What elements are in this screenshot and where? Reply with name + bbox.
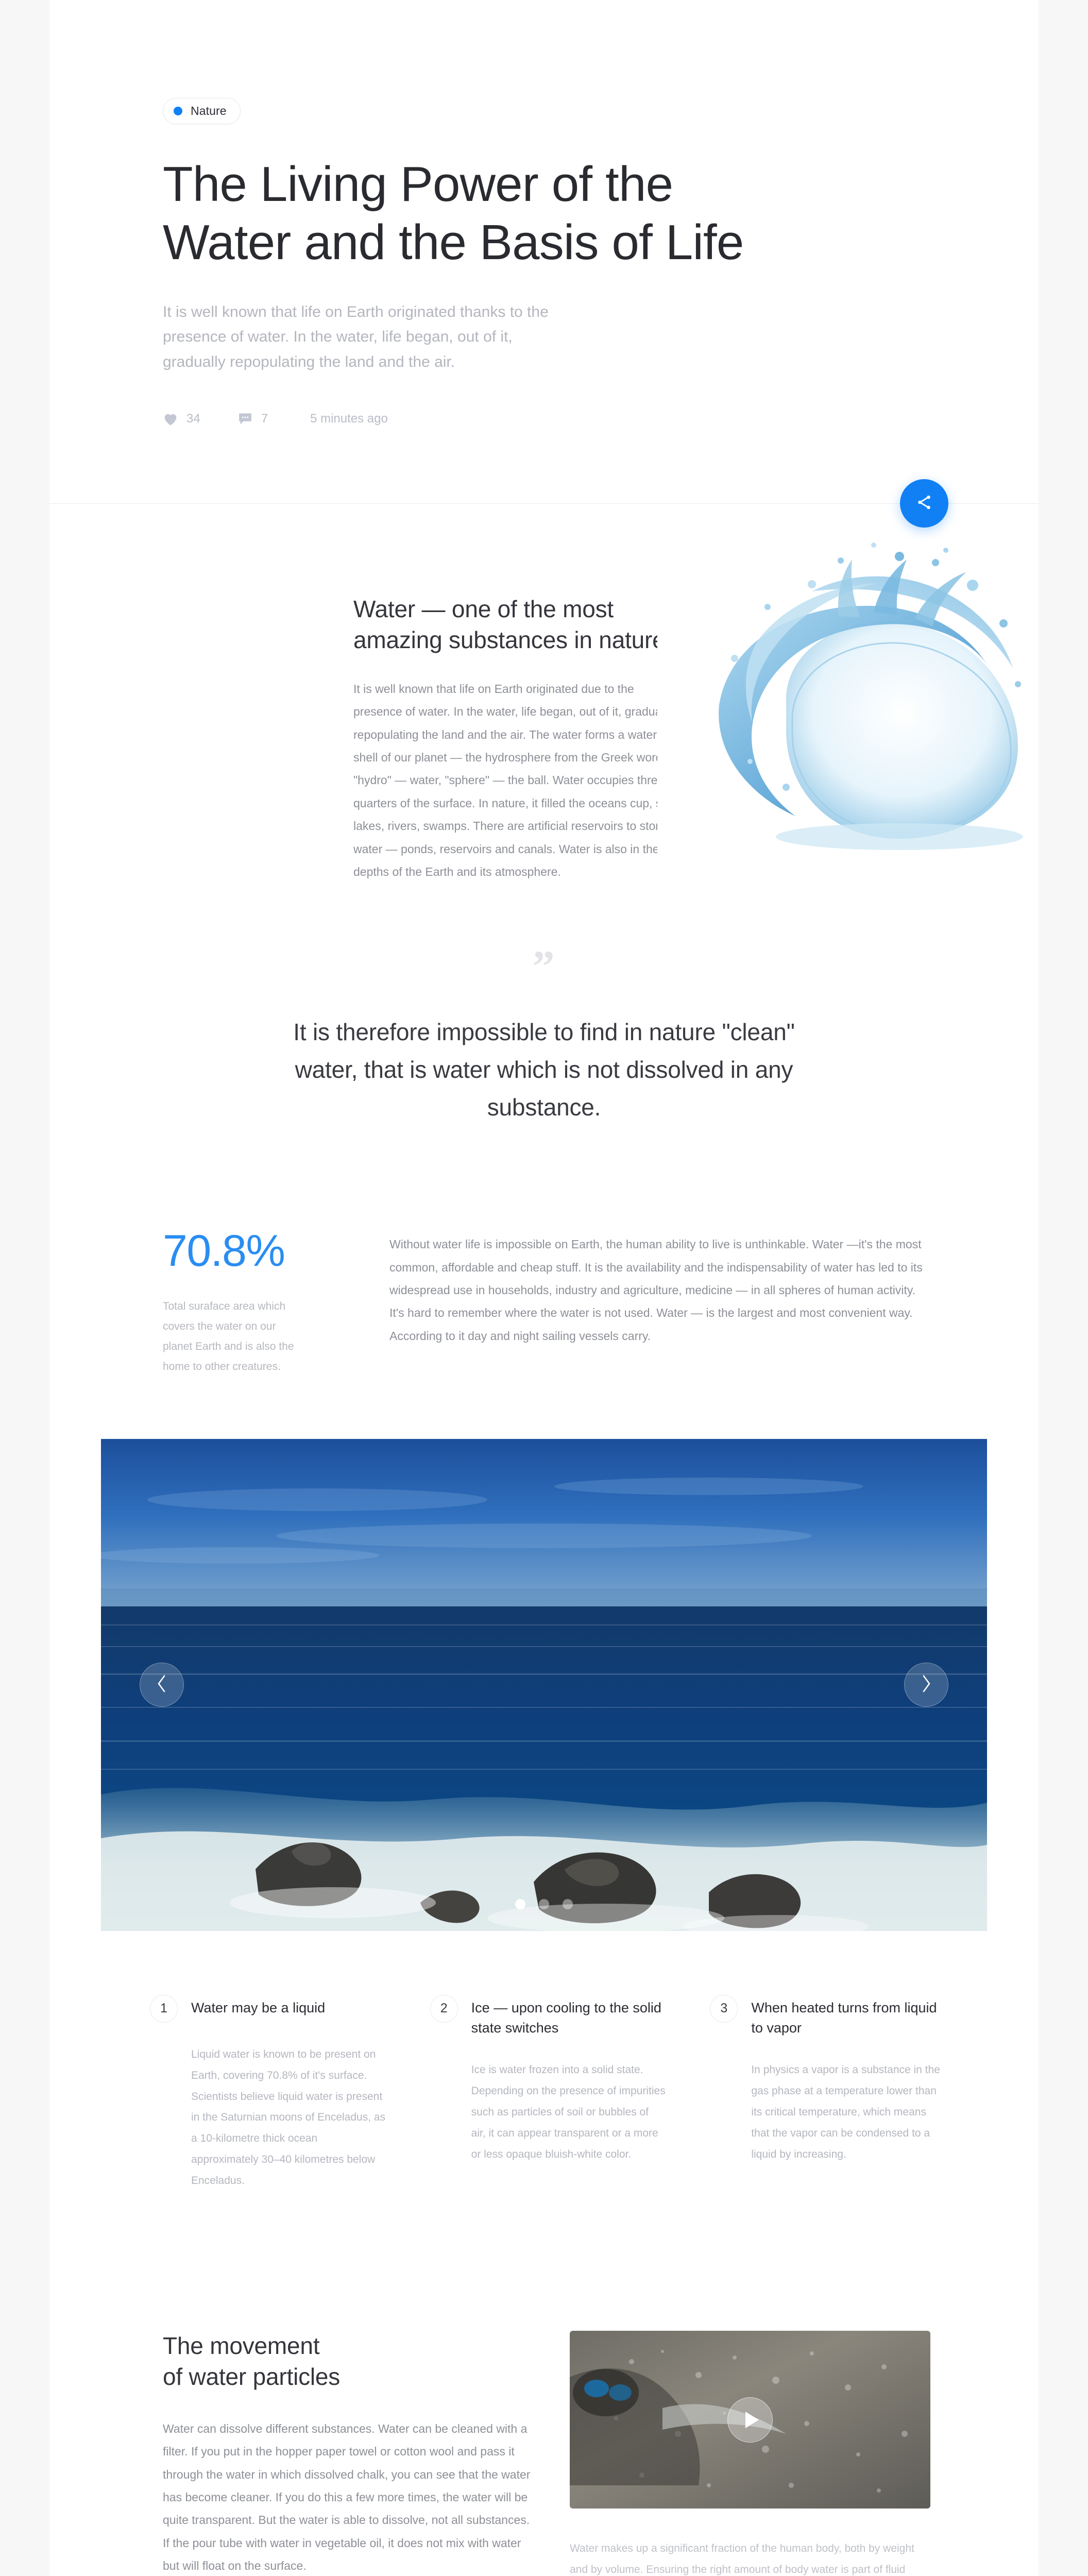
fact-title: Ice — upon cooling to the solid state sw… [471, 1999, 661, 2036]
intro-text-column: Water — one of the most amazing substanc… [353, 594, 683, 883]
fact-number-badge: 3 [710, 1994, 738, 2023]
pull-quote-text: It is therefore impossible to find in na… [293, 1019, 795, 1121]
fact-title: When heated turns from liquid to vapor [751, 1999, 937, 2036]
fact-number-badge: 2 [430, 1994, 458, 2023]
page-title: The Living Power of the Water and the Ba… [163, 155, 781, 272]
stat-value: 70.8% [163, 1226, 285, 1276]
carousel-next-button[interactable] [904, 1663, 948, 1707]
likes-counter[interactable]: 34 [163, 412, 200, 426]
movement-heading: The movement of water particles [163, 2331, 451, 2393]
heart-icon [163, 412, 178, 426]
pull-quote-section: ” It is therefore impossible to find in … [49, 941, 1039, 1146]
carousel-dot-1[interactable] [515, 1899, 525, 1909]
fact-title: Water may be a liquid [191, 1999, 326, 2015]
facts-section: 1 Water may be a liquid Liquid water is … [142, 1994, 946, 2192]
category-tag[interactable]: Nature [163, 98, 241, 124]
play-icon [745, 2411, 759, 2428]
comments-counter[interactable]: 7 [237, 412, 268, 426]
fact-card: 3 When heated turns from liquid to vapor… [710, 1994, 946, 2192]
comments-count: 7 [261, 412, 268, 426]
statistics-section: 70.8% Total suraface area which covers t… [158, 1229, 930, 1438]
movement-paragraph: Water can dissolve different substances.… [163, 2421, 531, 2573]
page-title-line-2: Water and the Basis of Life [163, 215, 744, 270]
article-page: Nature The Living Power of the Water and… [49, 0, 1039, 2576]
movement-heading-line-1: The movement [163, 2332, 320, 2360]
fact-card: 2 Ice — upon cooling to the solid state … [430, 1994, 666, 2192]
fact-card: 1 Water may be a liquid Liquid water is … [150, 1994, 386, 2192]
intro-heading-line-1: Water — one of the most [353, 596, 614, 623]
video-player[interactable] [570, 2331, 930, 2509]
carousel-dot-2[interactable] [539, 1899, 549, 1909]
article-meta: 34 7 5 minutes ago [163, 412, 930, 503]
movement-text-column: The movement of water particles Water ca… [163, 2331, 539, 2576]
published-time: 5 minutes ago [310, 412, 388, 426]
movement-heading-line-2: of water particles [163, 2363, 341, 2391]
fact-header: 1 Water may be a liquid [150, 1994, 386, 2023]
fact-text: Liquid water is known to be present on E… [191, 2048, 386, 2187]
carousel-prev-button[interactable] [140, 1663, 184, 1707]
category-dot-icon [174, 107, 182, 115]
page-subtitle: It is well known that life on Earth orig… [163, 303, 549, 370]
video-caption: Water makes up a significant fraction of… [570, 2543, 914, 2576]
quote-mark-icon: ” [532, 941, 556, 991]
fact-text: Ice is water frozen into a solid state. … [471, 2063, 666, 2160]
article-hero: Nature The Living Power of the Water and… [49, 0, 1039, 528]
chevron-right-icon [920, 1673, 933, 1697]
intro-heading-line-2: amazing substances in nature [353, 626, 666, 654]
stat-description: Total suraface area which covers the wat… [163, 1300, 294, 1372]
fact-header: 3 When heated turns from liquid to vapor [710, 1994, 946, 2038]
movement-section: The movement of water particles Water ca… [158, 2331, 930, 2576]
fact-text: In physics a vapor is a substance in the… [751, 2063, 940, 2160]
carousel-dots [515, 1899, 573, 1909]
carousel-dot-3[interactable] [563, 1899, 573, 1909]
fact-number-badge: 1 [150, 1994, 178, 2023]
play-button[interactable] [727, 2397, 773, 2443]
category-tag-label: Nature [191, 104, 227, 117]
share-button[interactable] [900, 479, 948, 528]
stat-paragraph: Without water life is impossible on Eart… [389, 1238, 923, 1343]
comment-icon [237, 412, 253, 426]
chevron-left-icon [155, 1673, 168, 1697]
movement-media-column: Water makes up a significant fraction of… [570, 2331, 930, 2576]
stat-column: 70.8% Total suraface area which covers t… [163, 1229, 379, 1377]
ocean-coastline-image [101, 1438, 987, 1931]
image-carousel[interactable] [101, 1438, 987, 1931]
intro-section: Water — one of the most amazing substanc… [49, 504, 1039, 883]
page-title-line-1: The Living Power of the [163, 157, 673, 212]
likes-count: 34 [186, 412, 200, 426]
share-icon [915, 494, 933, 514]
intro-heading: Water — one of the most amazing substanc… [353, 594, 683, 656]
stat-body-column: Without water life is impossible on Eart… [389, 1229, 925, 1377]
intro-paragraph: It is well known that life on Earth orig… [353, 682, 678, 878]
fact-header: 2 Ice — upon cooling to the solid state … [430, 1994, 666, 2038]
water-splash-image [657, 530, 1039, 860]
